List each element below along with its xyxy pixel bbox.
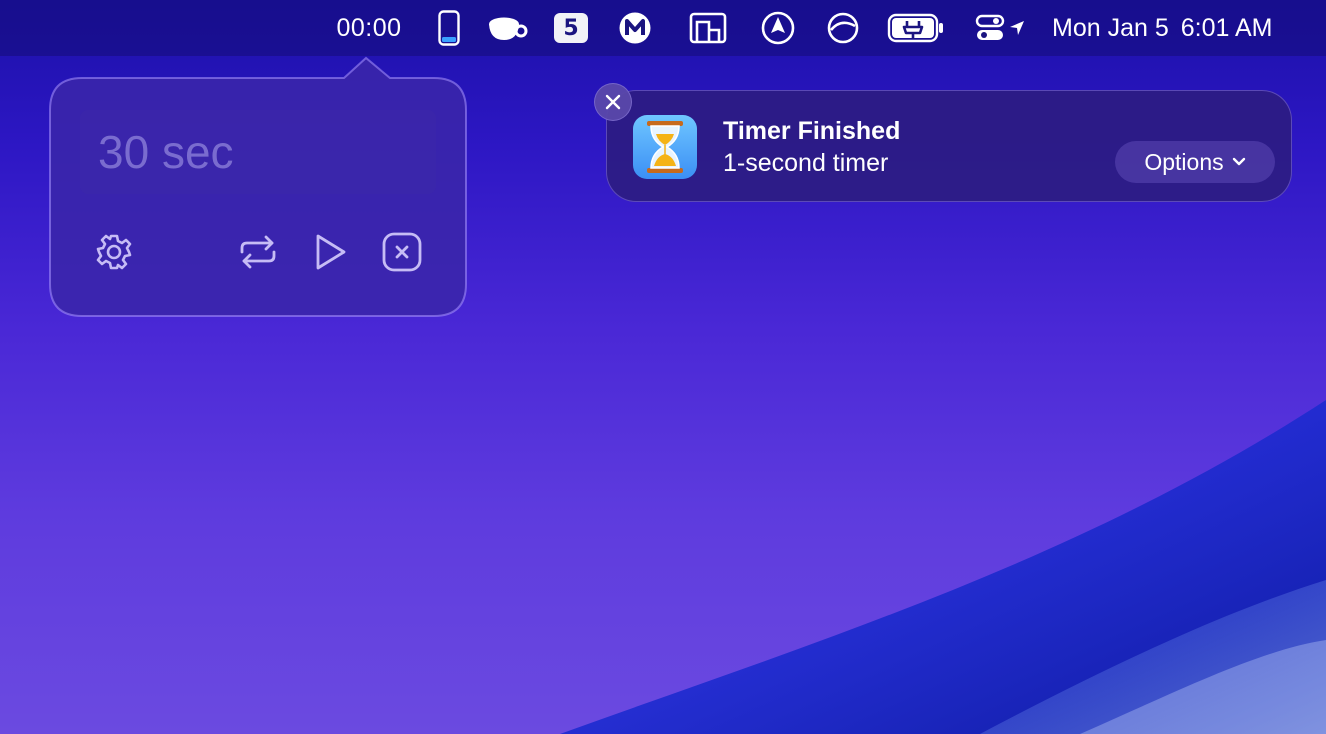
clock-time: 6:01 AM [1180,13,1273,42]
notification-close-button[interactable] [594,83,632,121]
rotation-icon[interactable] [824,0,862,56]
menubar-timer[interactable]: 00:00 [330,0,408,56]
m-circle-icon[interactable] [616,0,654,56]
battery-charging-icon[interactable] [886,0,946,56]
control-center-icon[interactable] [972,0,1008,56]
notification-body: 1-second timer [723,149,889,177]
options-label: Options [1144,148,1224,175]
options-button[interactable]: Options [1115,141,1275,183]
close-icon [605,94,621,110]
location-arrow-icon [1006,0,1028,56]
menu-bar: 00:00 5 Mon Jan 5 6:01 AM [0,0,1326,56]
notification-title: Timer Finished [723,117,901,145]
play-button[interactable] [306,228,354,276]
desktop: 00:00 5 Mon Jan 5 6:01 AM 30 sec Timer F… [0,0,1326,734]
hourglass-icon [633,115,697,179]
coffee-cup-icon[interactable] [484,0,530,56]
duration-input[interactable] [96,124,420,180]
repeat-icon [240,235,276,269]
clock-date: Mon Jan 5 [1052,13,1169,42]
stop-button[interactable] [378,228,426,276]
building-icon[interactable] [688,0,728,56]
chevron-down-icon [1232,157,1245,166]
navigation-icon[interactable] [758,0,798,56]
timer-popover [48,56,468,318]
duration-field[interactable] [80,110,436,194]
number-5-badge-icon[interactable]: 5 [552,0,590,56]
play-icon [316,234,346,270]
badge-number: 5 [554,13,588,43]
stop-icon [382,232,422,272]
gear-icon [96,234,132,270]
menubar-clock[interactable]: Mon Jan 5 6:01 AM [1052,0,1298,56]
settings-button[interactable] [90,228,138,276]
phone-icon[interactable] [432,0,466,56]
repeat-button[interactable] [234,228,282,276]
notification-banner[interactable]: Timer Finished 1-second timer Options [606,90,1292,202]
